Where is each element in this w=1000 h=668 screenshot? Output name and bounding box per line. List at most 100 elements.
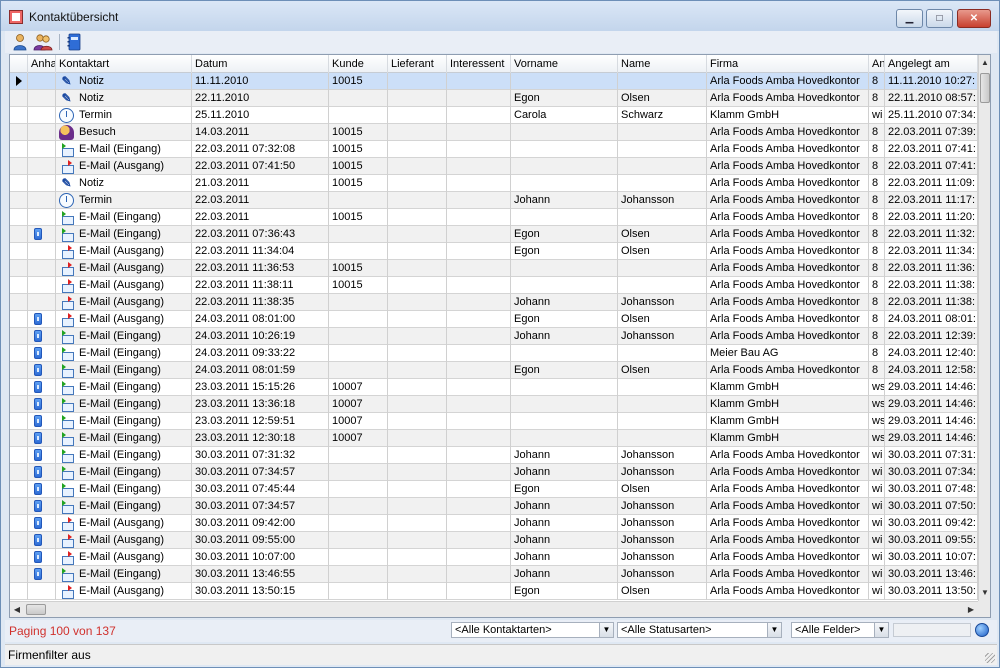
column-header-anhang[interactable]: Anhang [28, 55, 56, 73]
table-row[interactable]: E-Mail (Eingang) 30.03.2011 07:34:57 Johan… [10, 464, 978, 481]
table-row[interactable]: E-Mail (Eingang) 30.03.2011 07:31:32 Johan… [10, 447, 978, 464]
globe-icon[interactable] [975, 623, 989, 637]
row-selector [10, 447, 28, 464]
table-row[interactable]: E-Mail (Ausgang) 22.03.2011 11:36:53 10015… [10, 260, 978, 277]
column-header-interessent[interactable]: Interessent [447, 55, 511, 73]
table-row[interactable]: ✎ Notiz 11.11.2010 10015 Arla Foods Amba Hov… [10, 73, 978, 90]
chevron-down-icon[interactable]: ▼ [767, 623, 781, 637]
cell-firma: Arla Foods Amba Hovedkontor [707, 243, 869, 260]
vertical-scrollbar[interactable]: ▲ ▼ [978, 55, 990, 601]
table-row[interactable]: E-Mail (Eingang) 22.03.2011 07:36:43 Egon O… [10, 226, 978, 243]
attachment-icon[interactable] [34, 500, 42, 512]
table-row[interactable]: ✎ Notiz 21.03.2011 10015 Arla Foods Amba Hov… [10, 175, 978, 192]
cell-interessent [447, 464, 511, 481]
attachment-icon[interactable] [34, 228, 42, 240]
attachment-icon[interactable] [34, 551, 42, 563]
table-row[interactable]: Termin 25.11.2010 Carola Schwarz Klamm GmbH w… [10, 107, 978, 124]
mail-incoming-icon [59, 431, 74, 446]
toolbar-address-book-button[interactable] [65, 33, 85, 51]
table-row[interactable]: E-Mail (Eingang) 24.03.2011 10:26:19 Johan… [10, 328, 978, 345]
column-header-datum[interactable]: Datum [192, 55, 329, 73]
table-row[interactable]: E-Mail (Ausgang) 30.03.2011 09:55:00 Johan… [10, 532, 978, 549]
column-header-angelegt[interactable]: Angelegt am [885, 55, 978, 73]
title-bar[interactable]: Kontaktübersicht ▁ □ ✕ [1, 1, 999, 31]
horizontal-scrollbar[interactable]: ◀ ▶ [10, 601, 978, 617]
table-row[interactable]: E-Mail (Eingang) 30.03.2011 07:34:57 Johan… [10, 498, 978, 515]
attachment-icon[interactable] [34, 432, 42, 444]
table-row[interactable]: E-Mail (Ausgang) 24.03.2011 08:01:00 Egon O… [10, 311, 978, 328]
table-row[interactable]: E-Mail (Ausgang) 22.03.2011 11:38:11 10015… [10, 277, 978, 294]
cell-datum: 25.11.2010 [192, 107, 329, 124]
attachment-icon[interactable] [34, 466, 42, 478]
attachment-icon[interactable] [34, 398, 42, 410]
cell-kunde [329, 498, 388, 515]
column-header-kontaktart[interactable]: Kontaktart [56, 55, 192, 73]
column-header-lieferant[interactable]: Lieferant [388, 55, 447, 73]
horizontal-scroll-thumb[interactable] [26, 604, 46, 615]
cell-anhang [28, 209, 56, 226]
vertical-scroll-thumb[interactable] [980, 73, 990, 103]
attachment-icon[interactable] [34, 517, 42, 529]
chevron-down-icon[interactable]: ▼ [874, 623, 888, 637]
chevron-down-icon[interactable]: ▼ [599, 623, 613, 637]
search-field[interactable] [893, 623, 971, 637]
attachment-icon[interactable] [34, 415, 42, 427]
attachment-icon[interactable] [34, 534, 42, 546]
minimize-button[interactable]: ▁ [896, 9, 923, 28]
attachment-icon[interactable] [34, 483, 42, 495]
status-type-filter[interactable]: <Alle Statusarten> ▼ [617, 622, 782, 638]
table-row[interactable]: E-Mail (Ausgang) 30.03.2011 09:42:00 Johan… [10, 515, 978, 532]
cell-lieferant [388, 532, 447, 549]
table-row[interactable]: E-Mail (Eingang) 23.03.2011 13:36:18 10007… [10, 396, 978, 413]
table-row[interactable]: E-Mail (Eingang) 30.03.2011 07:45:44 Egon O… [10, 481, 978, 498]
cell-firma: Arla Foods Amba Hovedkontor [707, 515, 869, 532]
cell-firma: Arla Foods Amba Hovedkontor [707, 498, 869, 515]
cell-name [618, 430, 707, 447]
table-row[interactable]: E-Mail (Ausgang) 30.03.2011 10:07:00 Johan… [10, 549, 978, 566]
table-row[interactable]: E-Mail (Eingang) 23.03.2011 12:59:51 10007… [10, 413, 978, 430]
attachment-icon[interactable] [34, 381, 42, 393]
cell-lieferant [388, 413, 447, 430]
table-row[interactable]: E-Mail (Eingang) 22.03.2011 07:32:08 10015… [10, 141, 978, 158]
table-row[interactable]: E-Mail (Ausgang) 22.03.2011 11:34:04 Egon O… [10, 243, 978, 260]
table-row[interactable]: E-Mail (Eingang) 24.03.2011 08:01:59 Egon O… [10, 362, 978, 379]
resize-grip-icon[interactable] [985, 653, 995, 663]
attachment-icon[interactable] [34, 364, 42, 376]
table-row[interactable]: E-Mail (Eingang) 22.03.2011 10015 Arla Food… [10, 209, 978, 226]
column-header-firma[interactable]: Firma [707, 55, 869, 73]
table-row[interactable]: E-Mail (Ausgang) 22.03.2011 07:41:50 10015… [10, 158, 978, 175]
attachment-icon[interactable] [34, 330, 42, 342]
table-row[interactable]: Termin 22.03.2011 Johann Johansson Arla Food… [10, 192, 978, 209]
close-button[interactable]: ✕ [957, 9, 991, 28]
attachment-icon[interactable] [34, 568, 42, 580]
column-header-kunde[interactable]: Kunde [329, 55, 388, 73]
column-header-name[interactable]: Name [618, 55, 707, 73]
contact-type-filter[interactable]: <Alle Kontaktarten> ▼ [451, 622, 614, 638]
attachment-icon[interactable] [34, 313, 42, 325]
scroll-left-arrow-icon[interactable]: ◀ [11, 602, 23, 617]
cell-kunde: 10015 [329, 209, 388, 226]
toolbar-people-button[interactable] [33, 33, 53, 51]
table-row[interactable]: E-Mail (Eingang) 24.03.2011 09:33:22 Meier… [10, 345, 978, 362]
table-row[interactable]: E-Mail (Eingang) 23.03.2011 12:30:18 10007… [10, 430, 978, 447]
scroll-right-arrow-icon[interactable]: ▶ [965, 602, 977, 617]
table-row[interactable]: Besuch 14.03.2011 10015 Arla Foods Amba Hov… [10, 124, 978, 141]
attachment-icon[interactable] [34, 347, 42, 359]
toolbar-person-button[interactable] [11, 33, 31, 51]
table-row[interactable]: E-Mail (Ausgang) 30.03.2011 13:50:15 Egon O… [10, 583, 978, 600]
cell-angelegt: 30.03.2011 13:50: [885, 583, 978, 600]
table-row[interactable]: ✎ Notiz 22.11.2010 Egon Olsen Arla Foods Amba… [10, 90, 978, 107]
table-row[interactable]: E-Mail (Eingang) 30.03.2011 13:46:55 Johan… [10, 566, 978, 583]
scroll-up-arrow-icon[interactable]: ▲ [979, 57, 990, 69]
cell-angelegt: 22.03.2011 11:36: [885, 260, 978, 277]
cell-an: 8 [869, 124, 885, 141]
scroll-down-arrow-icon[interactable]: ▼ [979, 587, 990, 599]
field-filter[interactable]: <Alle Felder> ▼ [791, 622, 889, 638]
maximize-button[interactable]: □ [926, 9, 953, 28]
column-header-an[interactable]: An [869, 55, 885, 73]
table-row[interactable]: E-Mail (Eingang) 23.03.2011 15:15:26 10007… [10, 379, 978, 396]
cell-angelegt: 30.03.2011 07:34: [885, 464, 978, 481]
table-row[interactable]: E-Mail (Ausgang) 22.03.2011 11:38:35 Johan… [10, 294, 978, 311]
column-header-vorname[interactable]: Vorname [511, 55, 618, 73]
attachment-icon[interactable] [34, 449, 42, 461]
